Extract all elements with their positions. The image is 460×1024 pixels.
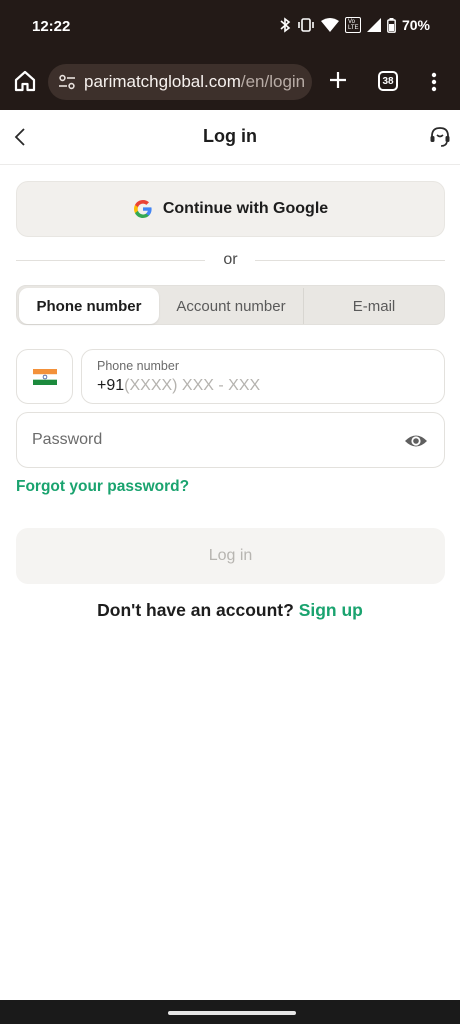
url-path: /en/login — [240, 72, 306, 91]
forgot-password-link[interactable]: Forgot your password? — [16, 478, 189, 496]
site-settings-icon[interactable] — [58, 73, 76, 91]
login-button-label: Log in — [208, 547, 253, 564]
bluetooth-icon — [280, 17, 291, 33]
volte-icon: Vo LTE — [344, 17, 361, 33]
phone-number-field[interactable]: Phone number +91(XXXX) XXX - XXX — [81, 349, 445, 404]
show-password-eye-icon[interactable] — [404, 430, 428, 452]
home-gesture-handle[interactable] — [168, 1011, 296, 1015]
phone-prefix: +91 — [97, 377, 125, 394]
signup-question: Don't have an account? — [97, 600, 294, 620]
or-divider: or — [16, 250, 445, 270]
system-navigation-bar — [0, 1000, 460, 1024]
login-button[interactable]: Log in — [16, 528, 445, 584]
phone-mask-placeholder: (XXXX) XXX - XXX — [124, 377, 261, 394]
password-field[interactable]: Password — [16, 412, 445, 468]
tab-email[interactable]: E-mail — [303, 288, 444, 324]
page-header: Log in — [0, 110, 460, 165]
battery-icon — [387, 17, 396, 33]
login-method-tabs: Phone number Account number E-mail — [16, 285, 445, 325]
address-bar[interactable]: parimatchglobal.com/en/login — [48, 64, 312, 100]
browser-toolbar: parimatchglobal.com/en/login 38 — [0, 56, 460, 110]
more-options-icon[interactable] — [428, 70, 440, 94]
tab-phone-number[interactable]: Phone number — [19, 288, 159, 324]
signal-icon — [366, 18, 381, 32]
home-icon[interactable] — [12, 68, 38, 94]
tab-account-number[interactable]: Account number — [160, 288, 302, 324]
status-bar: 12:22 Vo LTE 70% — [0, 0, 460, 56]
divider-line-right — [255, 260, 445, 261]
google-logo-icon — [133, 200, 152, 218]
new-tab-icon[interactable] — [326, 68, 350, 92]
url-host: parimatchglobal.com — [84, 72, 241, 91]
continue-with-google-button[interactable]: Continue with Google — [16, 181, 445, 237]
volte-text: Vo LTE — [347, 19, 359, 31]
tab-switcher-button[interactable]: 38 — [378, 71, 398, 91]
india-flag-icon — [32, 368, 57, 385]
signup-prompt: Don't have an account? Sign up — [0, 600, 460, 621]
battery-level: 70% — [401, 17, 430, 33]
page-title: Log in — [203, 126, 257, 146]
country-code-selector[interactable] — [16, 349, 73, 404]
tab-count: 38 — [382, 75, 394, 87]
phone-number-input[interactable]: +91(XXXX) XXX - XXX — [97, 377, 260, 395]
support-headset-icon[interactable] — [428, 125, 452, 149]
password-placeholder: Password — [32, 431, 103, 448]
signup-link[interactable]: Sign up — [299, 600, 363, 620]
status-icons: Vo LTE 70% — [279, 17, 430, 33]
google-button-label: Continue with Google — [162, 200, 329, 217]
vibrate-icon — [298, 18, 314, 32]
wifi-icon — [320, 18, 339, 32]
url-text[interactable]: parimatchglobal.com/en/login — [84, 72, 305, 92]
status-time: 12:22 — [32, 18, 71, 35]
phone-number-label: Phone number — [97, 359, 180, 373]
